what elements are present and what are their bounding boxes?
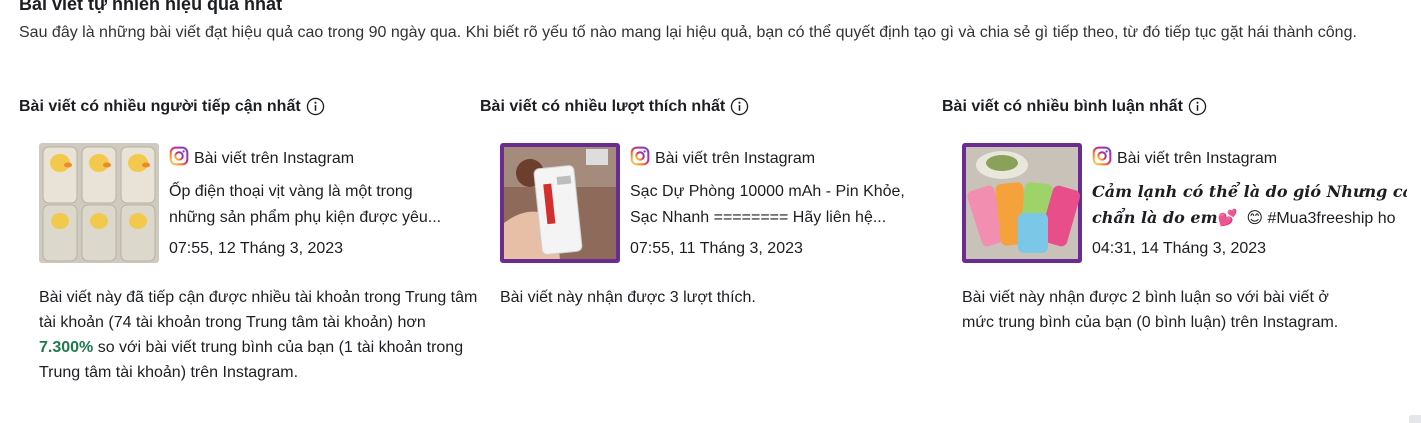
post-caption[interactable]: Cảm lạnh có thể là do gió Nhưng cả chẩn … bbox=[1092, 179, 1407, 231]
smile-emoji: 😊 bbox=[1246, 210, 1263, 227]
post-source: Bài viết trên Instagram bbox=[169, 146, 354, 171]
scrollbar-corner[interactable] bbox=[1409, 415, 1421, 423]
post-insight: Bài viết này nhận được 3 lượt thích. bbox=[500, 289, 756, 306]
post-thumbnail[interactable] bbox=[39, 143, 159, 263]
info-icon[interactable] bbox=[730, 97, 749, 116]
post-date: 07:55, 12 Tháng 3, 2023 bbox=[169, 240, 344, 257]
instagram-icon bbox=[630, 146, 650, 171]
insight-text: so với bài viết trung bình của bạn (1 tà… bbox=[39, 339, 464, 381]
section-title: Bài viết tự nhiên hiệu quả nhất bbox=[19, 0, 283, 14]
instagram-icon bbox=[1092, 146, 1112, 171]
info-icon[interactable] bbox=[1188, 97, 1207, 116]
post-date: 07:55, 11 Tháng 3, 2023 bbox=[630, 240, 803, 257]
post-caption[interactable]: Ốp điện thoại vịt vàng là một trong nhữn… bbox=[169, 179, 459, 231]
post-caption-line: Cảm lạnh có thể là do gió Nhưng cả bbox=[1092, 182, 1407, 201]
post-caption-line: Sạc Nhanh ======== Hãy liên hệ... bbox=[630, 209, 887, 226]
post-caption-line: Sạc Dự Phòng 10000 mAh - Pin Khỏe, bbox=[630, 183, 905, 200]
post-caption[interactable]: Sạc Dự Phòng 10000 mAh - Pin Khỏe, Sạc N… bbox=[630, 179, 920, 231]
column-title: Bài viết có nhiều lượt thích nhất bbox=[480, 97, 749, 116]
insight-text: Bài viết này đã tiếp cận được nhiều tài … bbox=[39, 289, 478, 331]
post-caption-line: Ốp điện thoại vịt vàng là một trong bbox=[169, 183, 413, 200]
section-intro: Sau đây là những bài viết đạt hiệu quả c… bbox=[19, 24, 1357, 41]
post-thumbnail[interactable] bbox=[500, 143, 620, 263]
column-title-text: Bài viết có nhiều người tiếp cận nhất bbox=[19, 97, 301, 115]
post-source-label: Bài viết trên Instagram bbox=[1117, 149, 1278, 167]
post-source-label: Bài viết trên Instagram bbox=[655, 149, 816, 167]
post-caption-line: chẩn là do em💕 😊 #Mua3freeship ho bbox=[1092, 205, 1407, 231]
post-source-label: Bài viết trên Instagram bbox=[194, 149, 355, 167]
post-insight: Bài viết này nhận được 2 bình luận so vớ… bbox=[962, 289, 1339, 331]
column-title-text: Bài viết có nhiều bình luận nhất bbox=[942, 97, 1183, 115]
column-title-text: Bài viết có nhiều lượt thích nhất bbox=[480, 97, 726, 115]
post-caption-line: những sản phẩm phụ kiện được yêu... bbox=[169, 209, 442, 226]
column-title: Bài viết có nhiều người tiếp cận nhất bbox=[19, 97, 325, 116]
post-date: 04:31, 14 Tháng 3, 2023 bbox=[1092, 240, 1267, 257]
caption-hashtag: #Mua3freeship ho bbox=[1267, 210, 1396, 227]
insight-highlight: 7.300% bbox=[39, 339, 94, 356]
post-insight: Bài viết này đã tiếp cận được nhiều tài … bbox=[39, 285, 479, 385]
post-source: Bài viết trên Instagram bbox=[630, 146, 815, 171]
column-title: Bài viết có nhiều bình luận nhất bbox=[942, 97, 1207, 116]
post-source: Bài viết trên Instagram bbox=[1092, 146, 1277, 171]
instagram-icon bbox=[169, 146, 189, 171]
heart-emoji: 💕 bbox=[1217, 210, 1238, 227]
caption-styled-text: chẩn là do em bbox=[1092, 208, 1218, 227]
post-thumbnail[interactable] bbox=[962, 143, 1082, 263]
info-icon[interactable] bbox=[306, 97, 325, 116]
